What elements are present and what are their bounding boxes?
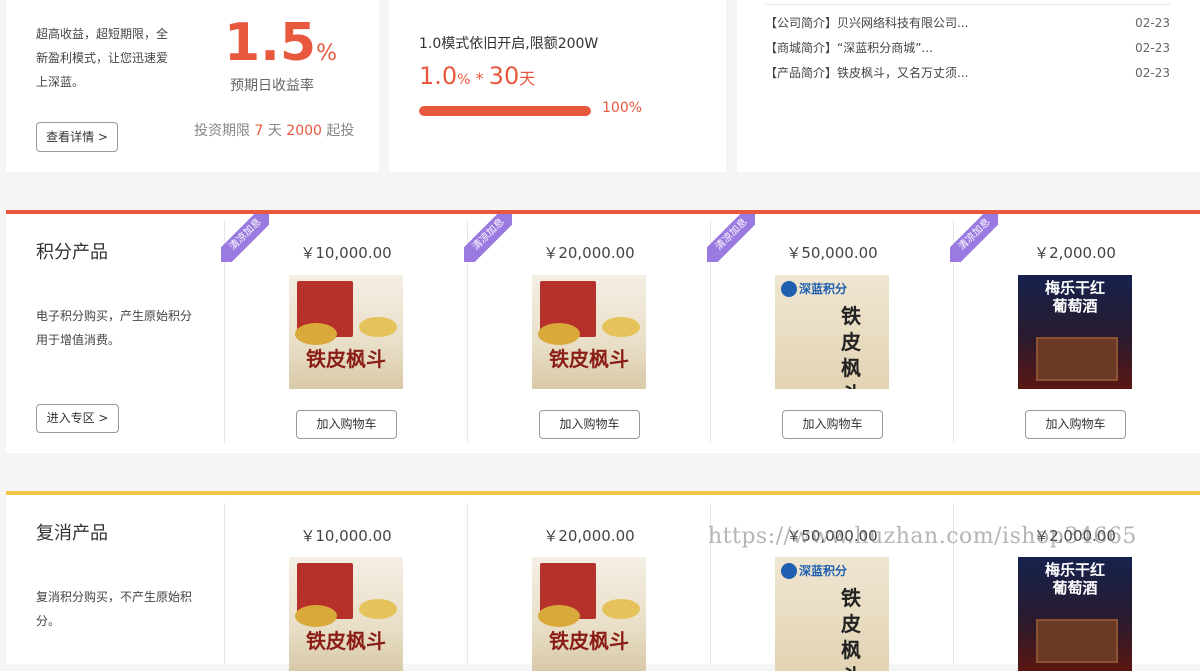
- term-prefix: 投资期限: [194, 123, 250, 139]
- product-image[interactable]: 梅乐干红 葡萄酒: [1018, 557, 1132, 671]
- add-to-cart-button[interactable]: 加入购物车: [782, 410, 883, 439]
- product-card[interactable]: 清凉加息￥50,000.00深蓝积分铁皮枫斗加入购物车: [707, 214, 953, 443]
- add-to-cart-button[interactable]: 加入购物车: [539, 410, 640, 439]
- news-date: 02-23: [1135, 16, 1170, 30]
- investment-term: 投资期限 7 天 2000 起投: [194, 120, 354, 140]
- promo-days-unit: 天: [519, 69, 536, 88]
- news-item[interactable]: 【商城简介】“深蓝积分商城”... 02-23: [765, 37, 1170, 59]
- product-image[interactable]: 铁皮枫斗: [532, 275, 646, 389]
- product-price: ￥10,000.00: [300, 244, 392, 262]
- section-bar: [6, 210, 1200, 214]
- bowl-shape: [538, 323, 580, 345]
- section-description: 电子积分购买，产生原始积分用于增值消费。: [36, 309, 193, 347]
- investment-description: 超高收益，超短期限，全新盈利模式，让您迅速爱上深蓝。: [36, 27, 169, 89]
- product-image[interactable]: 梅乐干红 葡萄酒: [1018, 275, 1132, 389]
- image-caption: 深蓝积分: [799, 564, 848, 578]
- daily-rate-value: 1.5: [224, 13, 317, 73]
- term-amount: 2000: [286, 123, 322, 139]
- points-products-section: 积分产品 电子积分购买，产生原始积分用于增值消费。 进入专区 > 清凉加息 ￥10…: [6, 210, 1200, 453]
- bowl-shape: [295, 605, 337, 627]
- news-date: 02-23: [1135, 66, 1170, 80]
- image-caption: 铁皮枫斗: [841, 586, 861, 671]
- promo-card: 1.0模式依旧开启,限额200W 1.0% * 30天 100%: [389, 0, 726, 172]
- product-price: ￥20,000.00: [543, 527, 635, 545]
- section-bar: [6, 491, 1200, 495]
- product-image[interactable]: 深蓝积分铁皮枫斗: [775, 557, 889, 671]
- news-date: 02-23: [1135, 41, 1170, 55]
- image-caption: 葡萄酒: [1052, 579, 1098, 597]
- bowl-shape: [602, 317, 640, 337]
- product-image[interactable]: 铁皮枫斗: [289, 275, 403, 389]
- promo-title: 1.0模式依旧开启,限额200W: [419, 36, 599, 52]
- bowl-shape: [359, 317, 397, 337]
- bowl-shape: [602, 599, 640, 619]
- product-image[interactable]: 铁皮枫斗: [532, 557, 646, 671]
- bowl-shape: [538, 605, 580, 627]
- promo-progress-label: 100%: [602, 100, 643, 116]
- image-caption: 铁皮枫斗: [306, 629, 386, 653]
- term-days-unit: 天: [267, 123, 282, 139]
- promo-rate: 1.0: [419, 62, 458, 90]
- image-caption: 铁皮枫斗: [306, 347, 386, 371]
- product-card[interactable]: ￥20,000.00 铁皮枫斗: [467, 503, 710, 671]
- product-image[interactable]: 铁皮枫斗: [289, 557, 403, 671]
- image-caption: 铁皮枫斗: [841, 304, 861, 389]
- product-card[interactable]: ￥10,000.00 铁皮枫斗: [224, 503, 467, 671]
- product-price: ￥10,000.00: [300, 527, 392, 545]
- news-item[interactable]: 【产品简介】铁皮枫斗，又名万丈须... 02-23: [765, 62, 1170, 84]
- product-price: ￥20,000.00: [543, 244, 635, 262]
- term-days: 7: [254, 123, 264, 139]
- promo-progress-fill: [419, 106, 591, 116]
- section-title: 积分产品: [36, 242, 108, 263]
- bowl-shape: [295, 323, 337, 345]
- news-title: 【产品简介】铁皮枫斗，又名万丈须...: [765, 66, 969, 80]
- term-suffix: 起投: [326, 123, 355, 139]
- promo-rate-line: 1.0% * 30天: [419, 62, 535, 90]
- section-title: 复消产品: [36, 523, 108, 544]
- enter-zone-button[interactable]: 进入专区 >: [36, 404, 119, 433]
- product-grid: 清凉加息 ￥10,000.00 铁皮枫斗 加入购物车 清凉加息 ￥20,000.00 铁皮枫…: [221, 214, 1200, 443]
- promo-times: *: [475, 69, 484, 88]
- news-divider: [765, 4, 1170, 5]
- promo-progress-bar: [419, 106, 591, 116]
- add-to-cart-button[interactable]: 加入购物车: [1025, 410, 1126, 439]
- investment-card: 超高收益，超短期限，全新盈利模式，让您迅速爱上深蓝。 1.5% 预期日收益率 查…: [6, 0, 379, 172]
- news-card: 【公司简介】贝兴网络科技有限公司... 02-23 【商城简介】“深蓝积分商城”..…: [737, 0, 1200, 172]
- promo-days: 30: [488, 62, 520, 90]
- wine-box-shape: [1036, 337, 1118, 381]
- image-caption: 葡萄酒: [1052, 297, 1098, 315]
- news-title: 【商城简介】“深蓝积分商城”...: [765, 41, 933, 55]
- product-price: ￥50,000.00: [786, 244, 878, 262]
- product-card[interactable]: 清凉加息 ￥20,000.00 铁皮枫斗 加入购物车: [464, 214, 710, 443]
- product-price: ￥2,000.00: [1034, 244, 1116, 262]
- wine-box-shape: [1036, 619, 1118, 663]
- product-card[interactable]: 清凉加息 ￥2,000.00 梅乐干红 葡萄酒 加入购物车: [950, 214, 1196, 443]
- product-card[interactable]: 清凉加息 ￥10,000.00 铁皮枫斗 加入购物车: [221, 214, 467, 443]
- add-to-cart-button[interactable]: 加入购物车: [296, 410, 397, 439]
- image-caption: 铁皮枫斗: [549, 347, 629, 371]
- logo-circle: [781, 563, 797, 579]
- promo-rate-unit: %: [457, 72, 471, 88]
- watermark: https://www.huzhan.com/ishop34665: [708, 524, 1137, 549]
- repurchase-products-section: 复消产品 复消积分购买，不产生原始积分。 ￥10,000.00 铁皮枫斗 ￥20,0…: [6, 491, 1200, 671]
- logo-circle: [781, 281, 797, 297]
- image-caption: 深蓝积分: [799, 282, 848, 296]
- daily-rate-label: 预期日收益率: [230, 78, 314, 94]
- section-description: 复消积分购买，不产生原始积分。: [36, 590, 193, 628]
- daily-rate: 1.5%: [224, 12, 337, 74]
- news-title: 【公司简介】贝兴网络科技有限公司...: [765, 16, 969, 30]
- daily-rate-unit: %: [316, 41, 338, 66]
- news-item[interactable]: 【公司简介】贝兴网络科技有限公司... 02-23: [765, 12, 1170, 34]
- bowl-shape: [359, 599, 397, 619]
- view-details-button[interactable]: 查看详情 >: [36, 122, 118, 152]
- image-caption: 铁皮枫斗: [549, 629, 629, 653]
- product-image[interactable]: 深蓝积分铁皮枫斗: [775, 275, 889, 389]
